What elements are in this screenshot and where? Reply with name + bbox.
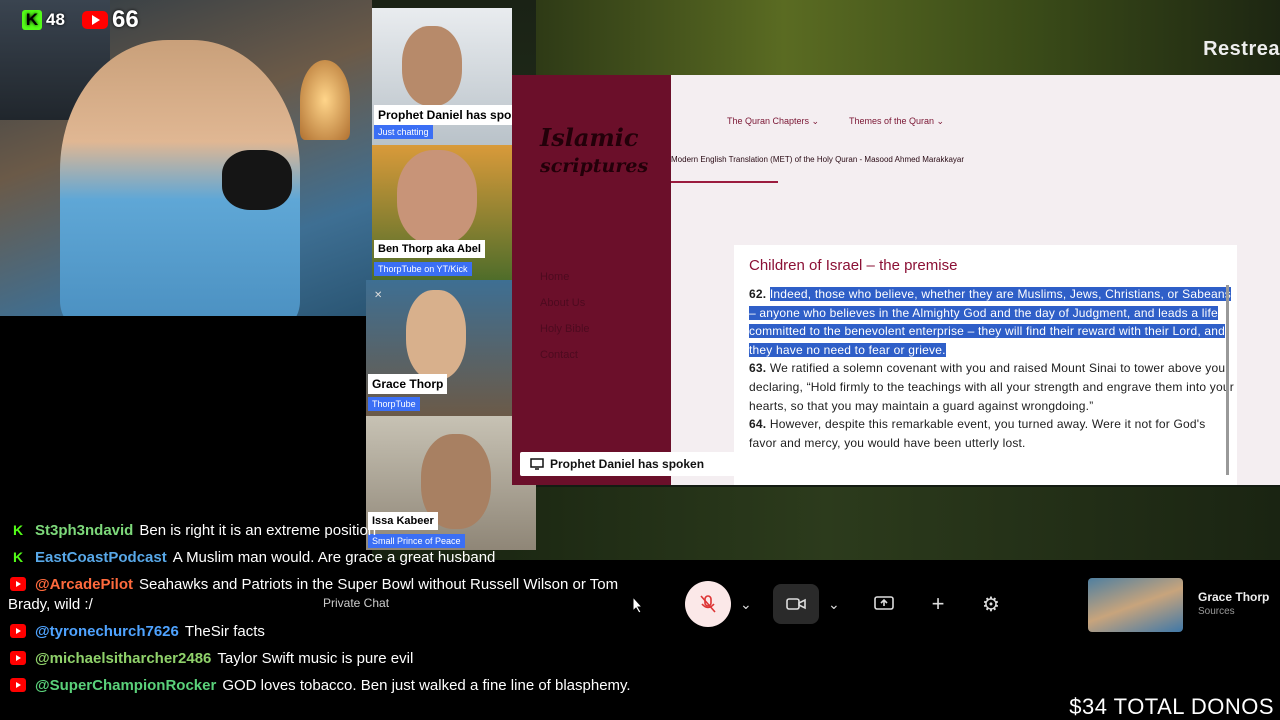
site-link-home[interactable]: Home — [540, 271, 569, 283]
chat-text: GOD loves tobacco. Ben just walked a fin… — [222, 677, 631, 694]
self-sources: Sources — [1198, 606, 1235, 617]
verse-number: 63. — [749, 361, 767, 376]
card-title: Children of Israel – the premise — [749, 257, 958, 274]
participant-tile-2[interactable]: Ben Thorp aka Abel ThorpTube on YT/Kick — [372, 145, 512, 280]
chat-username: @tyronechurch7626 — [35, 623, 179, 640]
chat-username: @SuperChampionRocker — [35, 677, 217, 694]
youtube-viewer-count: 66 — [82, 6, 139, 33]
participant-tile-1[interactable]: Prophet Daniel has spok Just chatting — [372, 8, 512, 145]
youtube-icon — [10, 624, 26, 638]
donation-total: $34 TOTAL DONOS — [1069, 694, 1274, 719]
subtitle-underline — [671, 181, 778, 183]
youtube-count-value: 66 — [112, 6, 139, 33]
settings-button[interactable]: ⚙ — [968, 584, 1014, 624]
kick-icon: K — [12, 549, 24, 565]
mute-microphone-button[interactable] — [685, 581, 731, 627]
camera-button[interactable] — [773, 584, 819, 624]
microphone-off-icon — [700, 595, 716, 613]
private-chat-button[interactable]: Private Chat — [323, 596, 389, 610]
self-name: Grace Thorp — [1198, 590, 1270, 604]
participant-tag: Just chatting — [374, 125, 433, 139]
youtube-icon — [10, 577, 26, 591]
nav-quran-chapters[interactable]: The Quran Chapters ⌄ — [727, 116, 819, 127]
chat-text: Taylor Swift music is pure evil — [217, 650, 414, 667]
chat-message: K EastCoastPodcast A Muslim man would. Are… — [8, 548, 658, 568]
gear-icon: ⚙ — [982, 593, 1000, 616]
chat-username: EastCoastPodcast — [35, 549, 167, 566]
site-link-about[interactable]: About Us — [540, 297, 585, 309]
streamer-webcam — [0, 0, 372, 316]
chat-text: Ben is right it is an extreme position — [139, 522, 377, 539]
chat-username: St3ph3ndavid — [35, 522, 134, 539]
screenshare-website[interactable]: Islamic scriptures Home About Us Holy Bi… — [512, 75, 1280, 485]
participant-tile-3[interactable]: ✕ Grace Thorp ThorpTube — [366, 280, 512, 416]
participant-name: Grace Thorp — [368, 374, 448, 394]
participant-name: Ben Thorp aka Abel — [374, 240, 485, 258]
muted-icon: ✕ — [374, 290, 383, 301]
kick-icon: K — [22, 10, 42, 30]
chat-message: @michaelsitharcher2486 Taylor Swift music… — [8, 649, 658, 669]
kick-viewer-count: K 48 — [22, 8, 65, 32]
verse-text-highlighted: Indeed, those who believe, whether they … — [749, 287, 1231, 357]
site-sidebar: Islamic scriptures Home About Us Holy Bi… — [512, 75, 671, 485]
speaker-label-text: Prophet Daniel has spoken — [550, 457, 705, 471]
youtube-icon — [10, 678, 26, 692]
video-camera-icon — [786, 598, 806, 610]
chat-message: @SuperChampionRocker GOD loves tobacco. B… — [8, 676, 658, 696]
chat-username: @ArcadePilot — [35, 576, 133, 593]
youtube-icon — [10, 651, 26, 665]
share-screen-button[interactable] — [861, 584, 907, 624]
verse-text: However, despite this remarkable event, … — [749, 417, 1206, 450]
site-logo-line-2: scriptures — [540, 155, 649, 177]
chat-text: TheSir facts — [184, 623, 265, 640]
kick-count-value: 48 — [46, 10, 65, 29]
nav-themes[interactable]: Themes of the Quran ⌄ — [849, 116, 944, 127]
camera-options-chevron-icon[interactable]: ⌄ — [828, 596, 840, 613]
site-logo-line-1: Islamic — [540, 123, 639, 152]
verse-text: We ratified a solemn covenant with you a… — [749, 361, 1234, 413]
site-subtitle: Modern English Translation (MET) of the … — [671, 155, 965, 164]
verse-card: Children of Israel – the premise 62. Ind… — [734, 245, 1237, 485]
chat-username: @michaelsitharcher2486 — [35, 650, 212, 667]
kick-icon: K — [12, 522, 24, 538]
site-link-contact[interactable]: Contact — [540, 349, 578, 361]
speaker-label: Prophet Daniel has spoken — [520, 452, 740, 476]
private-chat-label: Private Chat — [323, 596, 390, 610]
microphone-options-chevron-icon[interactable]: ⌄ — [740, 596, 752, 613]
chat-text: A Muslim man would. Are grace a great hu… — [172, 549, 496, 566]
verse-number: 64. — [749, 417, 767, 432]
screen-share-icon — [530, 458, 544, 470]
share-screen-icon — [874, 596, 894, 610]
restream-label: Restrea — [1203, 38, 1280, 60]
site-link-bible[interactable]: Holy Bible — [540, 323, 590, 335]
add-button[interactable]: + — [915, 584, 961, 624]
mouse-cursor-icon — [632, 595, 644, 619]
call-control-bar: Private Chat ⌄ ⌄ + ⚙ Grace Thorp Sources — [323, 578, 1280, 634]
participant-tag: ThorpTube — [368, 397, 420, 411]
youtube-icon — [82, 11, 108, 29]
self-preview-thumbnail[interactable] — [1088, 578, 1183, 632]
participant-tag: ThorpTube on YT/Kick — [374, 262, 472, 276]
plus-icon: + — [931, 591, 945, 616]
verse-number: 62. — [749, 287, 767, 301]
verse-list: 62. Indeed, those who believe, whether t… — [749, 285, 1234, 452]
restream-banner: Restrea — [536, 0, 1280, 75]
participant-name: Prophet Daniel has spok — [374, 105, 512, 125]
scrollbar[interactable] — [1226, 285, 1229, 475]
chat-message: K St3ph3ndavid Ben is right it is an extre… — [8, 521, 658, 541]
